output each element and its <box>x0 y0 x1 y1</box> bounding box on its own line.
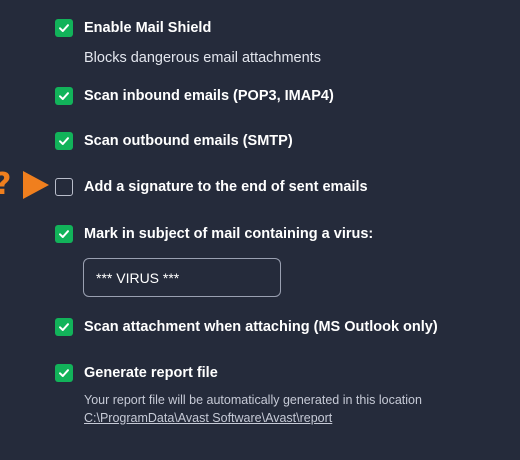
virus-subject-tag-input[interactable] <box>83 258 281 297</box>
scan-outbound-label: Scan outbound emails (SMTP) <box>84 133 293 149</box>
add-signature-checkbox[interactable] <box>55 178 73 196</box>
checkmark-icon <box>59 323 69 331</box>
scan-inbound-label: Scan inbound emails (POP3, IMAP4) <box>84 88 334 104</box>
option-scan-outbound[interactable]: Scan outbound emails (SMTP) <box>55 132 293 150</box>
checkmark-icon <box>59 369 69 377</box>
report-description: Your report file will be automatically g… <box>84 393 422 407</box>
option-mark-subject[interactable]: Mark in subject of mail containing a vir… <box>55 225 373 243</box>
arrow-right-icon <box>23 171 50 199</box>
option-generate-report[interactable]: Generate report file <box>55 364 218 382</box>
help-pointer-annotation: ? <box>0 170 50 200</box>
scan-attachment-checkbox[interactable] <box>55 318 73 336</box>
mark-subject-label: Mark in subject of mail containing a vir… <box>84 226 374 242</box>
scan-inbound-checkbox[interactable] <box>55 87 73 105</box>
mail-shield-description: Blocks dangerous email attachments <box>84 50 321 66</box>
question-mark-icon: ? <box>0 170 11 200</box>
checkmark-icon <box>59 137 69 145</box>
checkmark-icon <box>59 24 69 32</box>
option-scan-inbound[interactable]: Scan inbound emails (POP3, IMAP4) <box>55 87 334 105</box>
checkmark-icon <box>59 92 69 100</box>
option-enable-mail-shield[interactable]: Enable Mail Shield <box>55 19 211 37</box>
option-scan-attachment[interactable]: Scan attachment when attaching (MS Outlo… <box>55 318 438 336</box>
generate-report-checkbox[interactable] <box>55 364 73 382</box>
report-path-link[interactable]: C:\ProgramData\Avast Software\Avast\repo… <box>84 411 332 425</box>
generate-report-label: Generate report file <box>84 365 218 381</box>
enable-mail-shield-checkbox[interactable] <box>55 19 73 37</box>
enable-mail-shield-label: Enable Mail Shield <box>84 20 212 36</box>
scan-outbound-checkbox[interactable] <box>55 132 73 150</box>
checkmark-icon <box>59 230 69 238</box>
mark-subject-checkbox[interactable] <box>55 225 73 243</box>
option-add-signature[interactable]: Add a signature to the end of sent email… <box>55 178 368 196</box>
add-signature-label: Add a signature to the end of sent email… <box>84 179 368 195</box>
scan-attachment-label: Scan attachment when attaching (MS Outlo… <box>84 319 438 335</box>
